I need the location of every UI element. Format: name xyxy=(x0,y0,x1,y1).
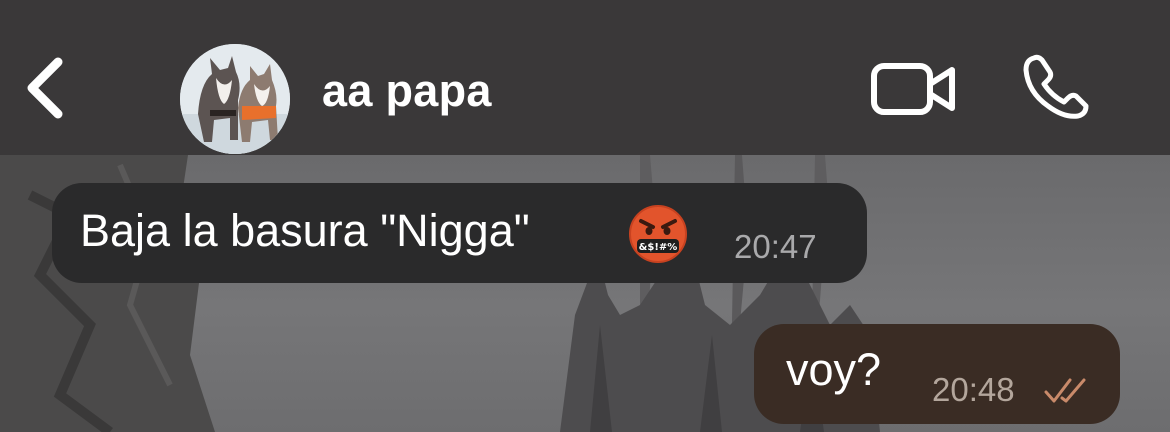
double-check-icon xyxy=(1044,378,1086,403)
chat-header: aa papa xyxy=(0,0,1170,155)
husky-avatar-image xyxy=(180,44,290,154)
voice-call-button[interactable] xyxy=(1018,52,1094,122)
chevron-left-icon xyxy=(27,57,63,119)
message-text: voy? xyxy=(786,344,882,395)
svg-text:&$!#%: &$!#% xyxy=(639,242,678,253)
face-with-symbols-on-mouth-icon: &$!#% xyxy=(629,205,687,263)
outgoing-message-bubble[interactable]: voy? 20:48 xyxy=(754,324,1120,424)
message-text: Baja la basura "Nigga" xyxy=(80,205,530,256)
contact-name[interactable]: aa papa xyxy=(322,66,492,116)
message-timestamp: 20:48 xyxy=(932,371,1015,408)
incoming-message-bubble[interactable]: Baja la basura "Nigga" &$!#% 20:47 xyxy=(52,183,867,283)
message-timestamp: 20:47 xyxy=(734,228,817,265)
back-button[interactable] xyxy=(18,52,78,122)
video-camera-icon xyxy=(871,63,955,115)
avatar[interactable] xyxy=(180,44,290,154)
chat-screen: aa papa Baja la basura "Nigga" &$!#% 20:… xyxy=(0,0,1170,432)
video-call-button[interactable] xyxy=(868,58,960,118)
phone-icon xyxy=(1023,54,1089,119)
